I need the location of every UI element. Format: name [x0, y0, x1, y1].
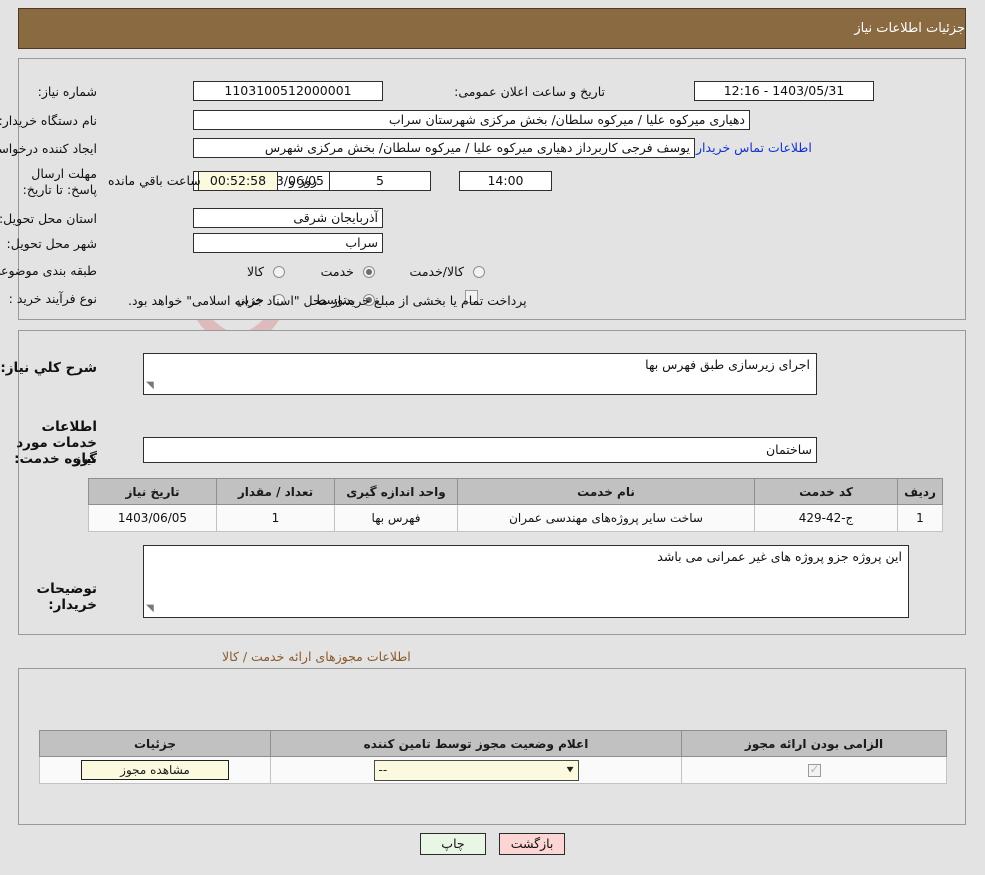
buyer-contact-link[interactable]: اطلاعات تماس خریدار [696, 140, 812, 155]
page-header-bar: جزئیات اطلاعات نیاز [18, 8, 966, 49]
cell-qty: 1 [216, 504, 335, 532]
table-row: 1 ج-42-429 ساخت سایر پروژه‌های مهندسی عم… [88, 504, 943, 532]
services-table: ردیف کد خدمت نام خدمت واحد اندازه گیری ت… [88, 478, 943, 532]
view-permit-button[interactable]: مشاهده مجوز [81, 760, 229, 780]
announce-datetime-value: 1403/05/31 - 12:16 [694, 81, 874, 101]
col-date: تاریخ نیاز [88, 478, 217, 505]
permits-heading: اطلاعات مجوزهای ارائه خدمت / کالا [222, 649, 411, 664]
page-root: AriaTender.net جزئیات اطلاعات نیاز شماره… [0, 0, 985, 875]
category-option-kala[interactable]: کالا [247, 261, 285, 280]
buyer-org-value: دهیاری میرکوه علیا / میرکوه سلطان/ بخش م… [193, 110, 750, 130]
permit-status-select[interactable]: -- ▼ [373, 759, 579, 781]
print-button[interactable]: چاپ [419, 833, 486, 855]
cell-unit: فهرس بها [334, 504, 458, 532]
cell-permit-required [681, 756, 947, 784]
days-remaining-value: 5 [329, 171, 431, 191]
buyer-notes-value: این پروژه جزو پروژه های غیر عمرانی می با… [657, 549, 902, 564]
col-permit-details: جزئیات [39, 730, 271, 757]
deadline-label: مهلت ارسال پاسخ: تا تاریخ: [22, 166, 97, 197]
category-option-khedmat[interactable]: خدمت [321, 261, 375, 280]
days-word-label: روز و [289, 173, 318, 188]
resize-grip-icon[interactable]: ◤ [146, 380, 158, 393]
category-option-kala-khedmat[interactable]: کالا/خدمت [410, 261, 485, 280]
need-number-label: شماره نیاز: [37, 84, 97, 99]
resize-grip-icon-2[interactable]: ◤ [146, 603, 158, 616]
need-number-value: 1103100512000001 [193, 81, 383, 101]
radio-khedmat-icon[interactable] [363, 265, 375, 278]
province-value: آذربایجان شرقی [193, 208, 383, 228]
creator-label: ایجاد کننده درخواست: [0, 141, 97, 156]
services-table-header-row: ردیف کد خدمت نام خدمت واحد اندازه گیری ت… [88, 478, 943, 505]
col-permit-status: اعلام وضعیت مجوز توسط تامین کننده [270, 730, 682, 757]
permits-table-header-row: الزامی بودن ارائه مجوز اعلام وضعیت مجوز … [39, 730, 947, 757]
countdown-timer-value: 00:52:58 [198, 171, 278, 191]
buyer-org-label: نام دستگاه خریدار: [0, 113, 97, 128]
need-summary-label: شرح کلي نیاز: [0, 360, 97, 376]
back-button[interactable]: بازگشت [499, 833, 566, 855]
service-group-label: گروه خدمت: [14, 451, 97, 467]
treasury-note-text: پرداخت تمام یا بخشی از مبلغ خرید،از محل … [128, 293, 527, 308]
city-label: شهر محل تحویل: [6, 236, 97, 251]
category-label: طبقه بندی موضوعی: [0, 263, 97, 278]
permits-table: الزامی بودن ارائه مجوز اعلام وضعیت مجوز … [39, 730, 947, 784]
creator-value: یوسف فرجی کاربرداز دهیاری میرکوه علیا / … [193, 138, 695, 158]
col-qty: تعداد / مقدار [216, 478, 335, 505]
radio-kala-khedmat-icon[interactable] [473, 265, 485, 278]
cell-index: 1 [897, 504, 943, 532]
radio-kala-icon[interactable] [273, 265, 285, 278]
category-option-khedmat-label: خدمت [320, 264, 354, 279]
col-code: کد خدمت [754, 478, 898, 505]
col-name: نام خدمت [457, 478, 755, 505]
province-label: استان محل تحویل: [0, 211, 97, 226]
cell-permit-status: -- ▼ [270, 756, 682, 784]
col-unit: واحد اندازه گیری [334, 478, 458, 505]
need-summary-textarea[interactable]: اجرای زیرسازی طبق فهرس بها ◤ [143, 353, 817, 395]
announce-datetime-label: تاریخ و ساعت اعلان عمومی: [454, 84, 605, 99]
table-row: -- ▼ مشاهده مجوز [39, 756, 947, 784]
chevron-down-icon: ▼ [566, 766, 574, 774]
buyer-notes-textarea[interactable]: این پروژه جزو پروژه های غیر عمرانی می با… [143, 545, 909, 618]
buyer-notes-label: توضیحات خریدار: [36, 581, 97, 613]
page-title: جزئیات اطلاعات نیاز [854, 21, 965, 36]
col-permit-required: الزامی بودن ارائه مجوز [681, 730, 947, 757]
category-option-kala-label: کالا [247, 264, 264, 279]
service-group-value: ساختمان [143, 437, 817, 463]
category-option-kala-khedmat-label: کالا/خدمت [409, 264, 464, 279]
footer-button-bar: بازگشت چاپ [0, 833, 985, 855]
need-summary-value: اجرای زیرسازی طبق فهرس بها [645, 357, 810, 372]
countdown-suffix-label: ساعت باقي مانده [108, 173, 201, 188]
permit-status-value: -- [378, 763, 388, 777]
cell-permit-details: مشاهده مجوز [39, 756, 271, 784]
cell-code: ج-42-429 [754, 504, 898, 532]
col-index: ردیف [897, 478, 943, 505]
permit-required-checkbox [807, 762, 821, 777]
process-label: نوع فرآیند خرید : [8, 291, 97, 306]
deadline-time-value: 14:00 [459, 171, 552, 191]
cell-date: 1403/06/05 [88, 504, 217, 532]
cell-name: ساخت سایر پروژه‌های مهندسی عمران [457, 504, 755, 532]
city-value: سراب [193, 233, 383, 253]
